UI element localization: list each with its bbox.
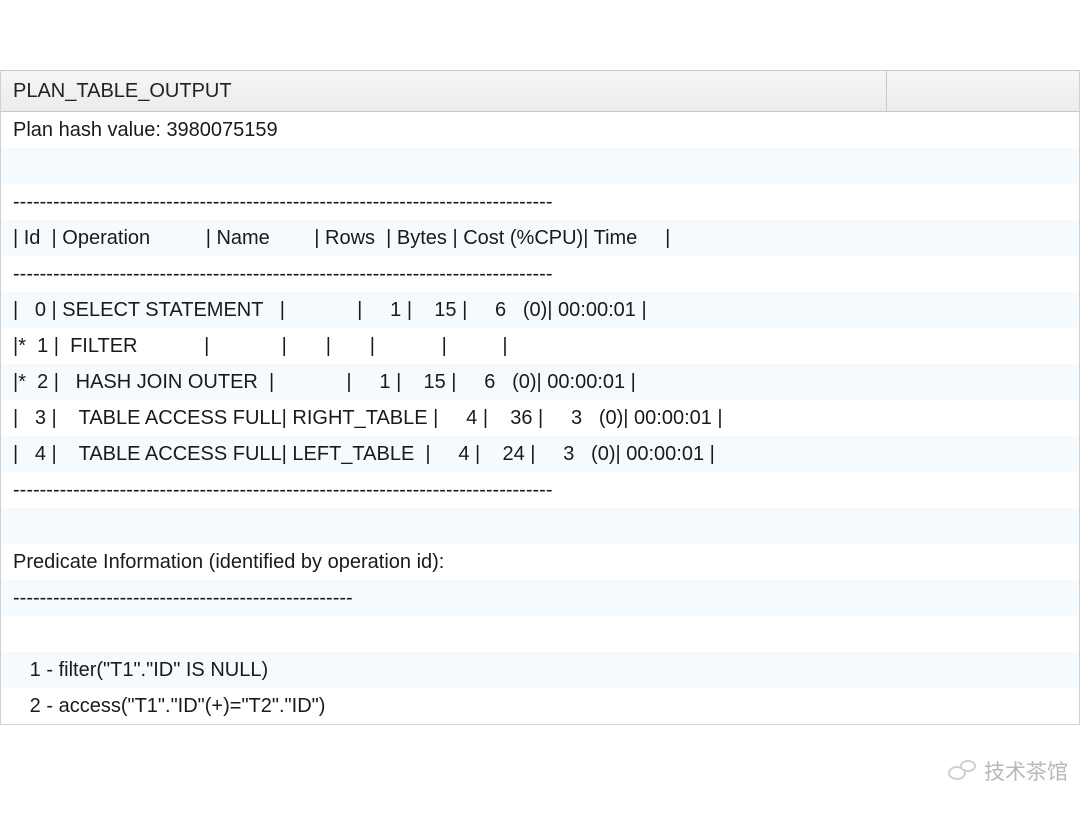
column-header-row: PLAN_TABLE_OUTPUT [1, 70, 1079, 112]
output-line: |* 1 | FILTER | | | | | | [1, 328, 1079, 364]
output-line: | 3 | TABLE ACCESS FULL| RIGHT_TABLE | 4… [1, 400, 1079, 436]
output-line: Predicate Information (identified by ope… [1, 544, 1079, 580]
output-line: ----------------------------------------… [1, 256, 1079, 292]
output-line: 1 - filter("T1"."ID" IS NULL) [1, 652, 1079, 688]
output-line [1, 508, 1079, 544]
output-line: ----------------------------------------… [1, 472, 1079, 508]
watermark-text: 技术茶馆 [984, 758, 1068, 787]
output-line: 2 - access("T1"."ID"(+)="T2"."ID") [1, 688, 1079, 724]
output-line [1, 616, 1079, 652]
wechat-icon [948, 760, 976, 784]
output-line: | 4 | TABLE ACCESS FULL| LEFT_TABLE | 4 … [1, 436, 1079, 472]
output-line: Plan hash value: 3980075159 [1, 112, 1079, 148]
watermark: 技术茶馆 [948, 758, 1068, 787]
output-line: |* 2 | HASH JOIN OUTER | | 1 | 15 | 6 (0… [1, 364, 1079, 400]
plan-table-output: PLAN_TABLE_OUTPUT Plan hash value: 39800… [0, 70, 1080, 725]
column-header[interactable]: PLAN_TABLE_OUTPUT [13, 77, 886, 105]
header-spacer [887, 77, 1067, 105]
output-line: ----------------------------------------… [1, 580, 1079, 616]
output-line: | Id | Operation | Name | Rows | Bytes |… [1, 220, 1079, 256]
output-line: ----------------------------------------… [1, 184, 1079, 220]
output-line: | 0 | SELECT STATEMENT | | 1 | 15 | 6 (0… [1, 292, 1079, 328]
output-line [1, 148, 1079, 184]
plan-output-body: Plan hash value: 3980075159 ------------… [1, 112, 1079, 724]
